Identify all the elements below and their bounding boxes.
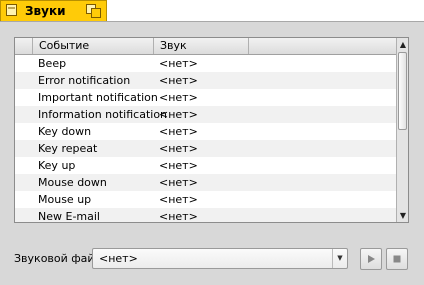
event-name: Beep bbox=[38, 57, 67, 70]
list-rows: Beep <нет> Error notification <нет> Import… bbox=[15, 55, 396, 223]
sounds-panel: Событие Звук Beep <нет> Error notificatio… bbox=[0, 21, 424, 285]
events-list[interactable]: Событие Звук Beep <нет> Error notificatio… bbox=[14, 37, 409, 223]
play-icon bbox=[368, 255, 375, 263]
dropdown-arrow-icon[interactable]: ▼ bbox=[332, 249, 347, 268]
table-row[interactable]: Key down <нет> bbox=[15, 123, 396, 140]
table-row[interactable]: Mouse up <нет> bbox=[15, 191, 396, 208]
vertical-scrollbar[interactable]: ▲ ▼ bbox=[396, 38, 408, 222]
event-sound: <нет> bbox=[159, 57, 198, 70]
stop-button[interactable] bbox=[386, 248, 408, 270]
app-icon bbox=[6, 4, 17, 16]
event-name: New E-mail bbox=[38, 210, 100, 223]
scroll-thumb[interactable] bbox=[398, 52, 407, 130]
table-row[interactable]: Mouse down <нет> bbox=[15, 174, 396, 191]
table-row[interactable]: Important notification <нет> bbox=[15, 89, 396, 106]
column-header-sound[interactable]: Звук bbox=[154, 38, 249, 54]
scroll-down-icon[interactable]: ▼ bbox=[397, 209, 408, 222]
event-name: Key repeat bbox=[38, 142, 98, 155]
table-row[interactable]: Error notification <нет> bbox=[15, 72, 396, 89]
event-name: Information notification bbox=[38, 108, 168, 121]
event-sound: <нет> bbox=[159, 125, 198, 138]
event-sound: <нет> bbox=[159, 176, 198, 189]
event-sound: <нет> bbox=[159, 108, 198, 121]
event-name: Mouse down bbox=[38, 176, 107, 189]
scroll-up-icon[interactable]: ▲ bbox=[397, 38, 408, 51]
event-sound: <нет> bbox=[159, 74, 198, 87]
event-sound: <нет> bbox=[159, 193, 198, 206]
zoom-icon[interactable] bbox=[86, 4, 101, 18]
window-title: Звуки bbox=[25, 4, 66, 18]
header-filler bbox=[249, 38, 396, 54]
table-row[interactable]: Beep <нет> bbox=[15, 55, 396, 72]
table-row[interactable]: Key up <нет> bbox=[15, 157, 396, 174]
event-sound: <нет> bbox=[159, 210, 198, 223]
event-name: Important notification bbox=[38, 91, 158, 104]
event-sound: <нет> bbox=[159, 91, 198, 104]
column-header-event[interactable]: Событие bbox=[33, 38, 154, 54]
event-name: Key down bbox=[38, 125, 92, 138]
window-tab[interactable]: Звуки bbox=[0, 0, 107, 21]
event-name: Key up bbox=[38, 159, 76, 172]
sound-file-select[interactable]: <нет> ▼ bbox=[92, 248, 348, 269]
table-row[interactable]: Information notification <нет> bbox=[15, 106, 396, 123]
stop-icon bbox=[393, 255, 401, 263]
play-button[interactable] bbox=[360, 248, 382, 270]
table-row[interactable]: Key repeat <нет> bbox=[15, 140, 396, 157]
event-sound: <нет> bbox=[159, 142, 198, 155]
table-row[interactable]: New E-mail <нет> bbox=[15, 208, 396, 223]
sound-file-value: <нет> bbox=[99, 252, 138, 265]
event-name: Mouse up bbox=[38, 193, 92, 206]
event-name: Error notification bbox=[38, 74, 131, 87]
list-header: Событие Звук bbox=[15, 38, 396, 55]
header-spacer bbox=[15, 38, 33, 54]
event-sound: <нет> bbox=[159, 159, 198, 172]
